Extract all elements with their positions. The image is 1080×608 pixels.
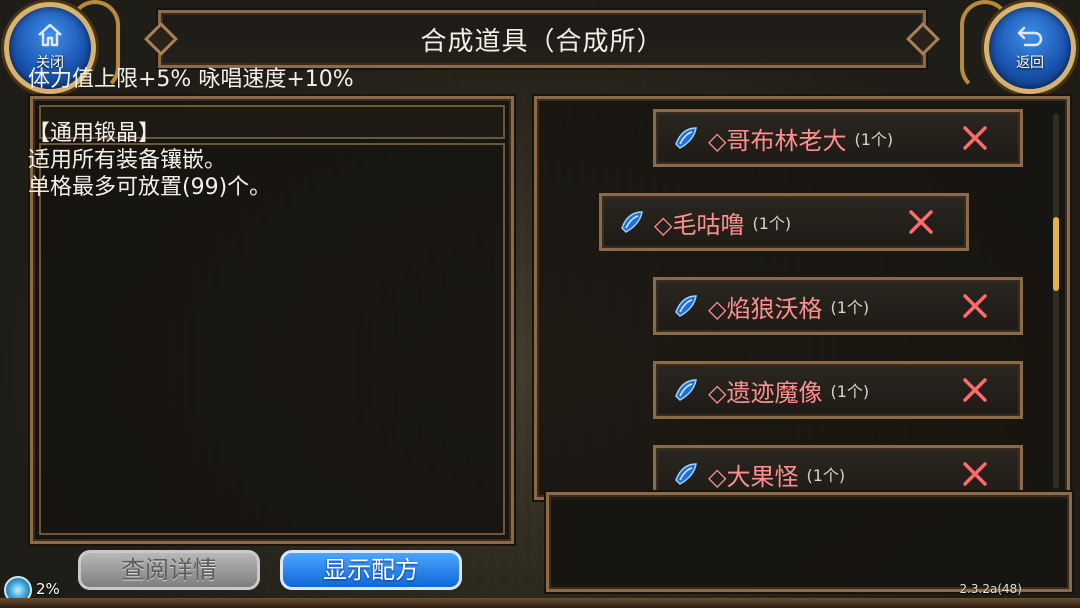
- material-list-panel[interactable]: ◇哥布林老大 (1个) ◇毛咕噜 (1个) ◇焰狼沃格 (1个) ◇遗迹魔像 (…: [534, 96, 1070, 500]
- scrollbar[interactable]: [1053, 113, 1059, 489]
- status-percent: 2%: [36, 580, 60, 598]
- description-category: 【通用锻晶】: [28, 121, 161, 146]
- remove-icon[interactable]: [960, 123, 990, 153]
- description-stack-limit: 单格最多可放置(99)个。: [28, 175, 272, 200]
- view-details-button[interactable]: 查阅详情: [78, 550, 260, 590]
- show-recipe-button[interactable]: 显示配方: [280, 550, 462, 590]
- description-usage: 适用所有装备镶嵌。: [28, 148, 227, 173]
- back-button-label: 返回: [1016, 55, 1044, 71]
- remove-icon[interactable]: [906, 207, 936, 237]
- crystal-icon: [675, 127, 697, 149]
- home-icon: [38, 23, 62, 47]
- bottom-frame: [0, 598, 1080, 608]
- item-quantity: (1个): [830, 382, 870, 401]
- list-item[interactable]: ◇遗迹魔像 (1个): [653, 361, 1023, 419]
- item-name: ◇遗迹魔像: [708, 378, 823, 407]
- item-quantity: (1个): [752, 214, 792, 233]
- list-item[interactable]: ◇哥布林老大 (1个): [653, 109, 1023, 167]
- description-body: [39, 143, 505, 535]
- item-quantity: (1个): [806, 466, 846, 485]
- item-name: ◇哥布林老大: [708, 126, 847, 155]
- remove-icon[interactable]: [960, 375, 990, 405]
- title-bar: 合成道具（合成所）: [158, 10, 926, 68]
- item-quantity: (1个): [854, 130, 894, 149]
- item-quantity: (1个): [830, 298, 870, 317]
- scrollbar-thumb[interactable]: [1053, 217, 1059, 291]
- remove-icon[interactable]: [960, 291, 990, 321]
- crystal-icon: [675, 295, 697, 317]
- return-arrow-icon: [1017, 26, 1043, 47]
- back-button[interactable]: 返回: [984, 2, 1076, 94]
- version-label: 2.3.2a(48): [959, 582, 1022, 596]
- list-item[interactable]: ◇毛咕噜 (1个): [599, 193, 969, 251]
- crystal-icon: [675, 463, 697, 485]
- crystal-icon: [675, 379, 697, 401]
- page-title: 合成道具（合成所）: [420, 26, 664, 57]
- description-stats: 体力值上限+5% 咏唱速度+10%: [28, 67, 354, 92]
- item-name: ◇焰狼沃格: [708, 294, 823, 323]
- item-name: ◇大果怪: [708, 462, 799, 491]
- item-description: 体力值上限+5% 咏唱速度+10% 【通用锻晶】 适用所有装备镶嵌。 单格最多可…: [28, 66, 468, 201]
- remove-icon[interactable]: [960, 459, 990, 489]
- item-name: ◇毛咕噜: [654, 210, 745, 239]
- crystal-icon: [621, 211, 643, 233]
- list-item[interactable]: ◇焰狼沃格 (1个): [653, 277, 1023, 335]
- result-panel: [546, 492, 1072, 592]
